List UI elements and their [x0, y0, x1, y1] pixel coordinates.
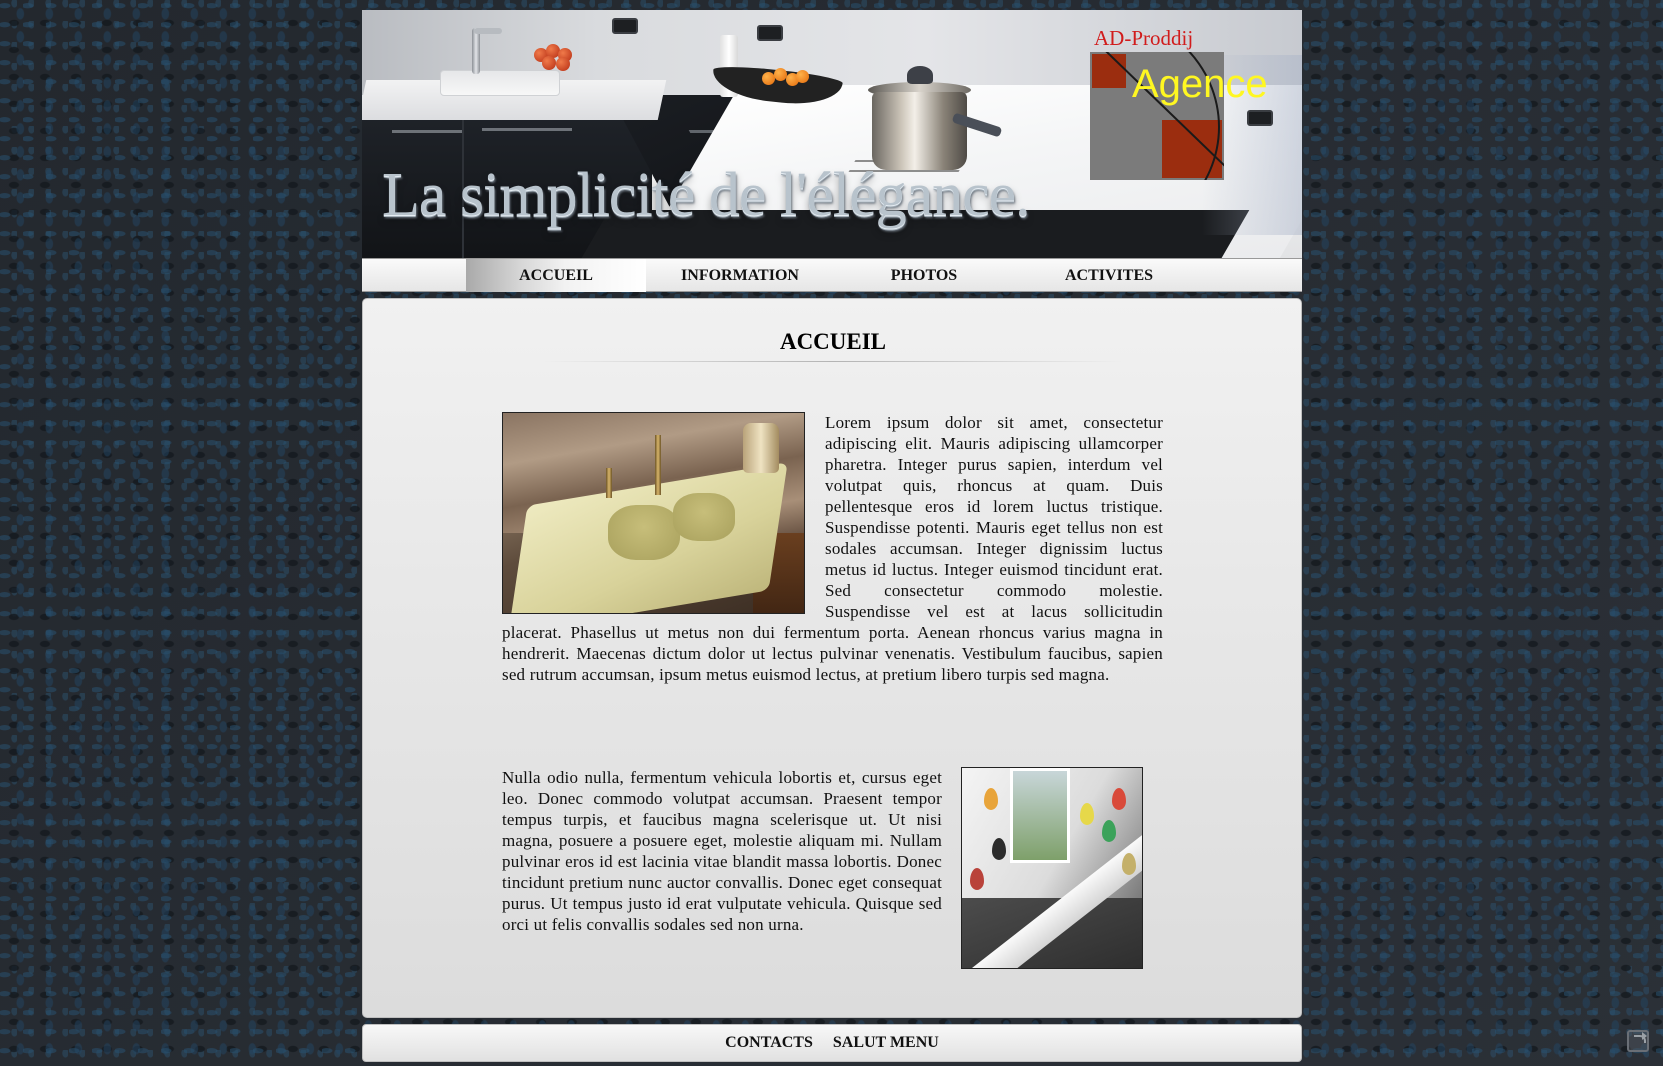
wall-socket [757, 25, 783, 41]
header-slogan: La simplicité de l'élégance. [382, 161, 1031, 229]
nav-item-information[interactable]: INFORMATION [646, 259, 834, 292]
fruit [542, 56, 556, 70]
nav-item-photos[interactable]: PHOTOS [834, 259, 1014, 292]
kitchen-sink [440, 70, 560, 96]
footer-link-contacts[interactable]: CONTACTS [725, 1034, 813, 1051]
footer-nav: CONTACTS SALUT MENU [362, 1024, 1302, 1062]
paragraph-2: Nulla odio nulla, fermentum vehicula lob… [502, 768, 942, 934]
header-banner: La simplicité de l'élégance. AD-Proddij … [362, 10, 1302, 258]
nav-item-accueil[interactable]: ACCUEIL [466, 259, 646, 292]
logo-brand-text: AD-Proddij [1094, 26, 1194, 50]
nav-item-activites[interactable]: ACTIVITES [1014, 259, 1204, 292]
main-nav: ACCUEIL INFORMATION PHOTOS ACTIVITES [362, 258, 1302, 292]
footer-link-salut-menu[interactable]: SALUT MENU [833, 1034, 939, 1051]
faucet-arm [474, 28, 502, 34]
share-icon[interactable] [1627, 1030, 1649, 1052]
sink-photo[interactable] [502, 412, 805, 614]
page-title: ACCUEIL [779, 329, 887, 354]
title-divider [543, 361, 1123, 362]
logo-name-text: Agence [1132, 62, 1268, 106]
pressure-cooker [872, 92, 967, 170]
orange [796, 70, 809, 83]
pressure-cooker-knob [907, 66, 933, 84]
faucet [472, 28, 480, 74]
intro-section: Lorem ipsum dolor sit amet, consectetur … [502, 412, 1163, 685]
agency-logo[interactable]: AD-Proddij Agence [1090, 26, 1290, 196]
wall-socket [612, 18, 638, 34]
showroom-photo[interactable] [961, 767, 1143, 969]
content-panel: ACCUEIL Lorem ipsum dolor sit amet, cons… [362, 298, 1302, 1018]
fruit [556, 57, 570, 71]
